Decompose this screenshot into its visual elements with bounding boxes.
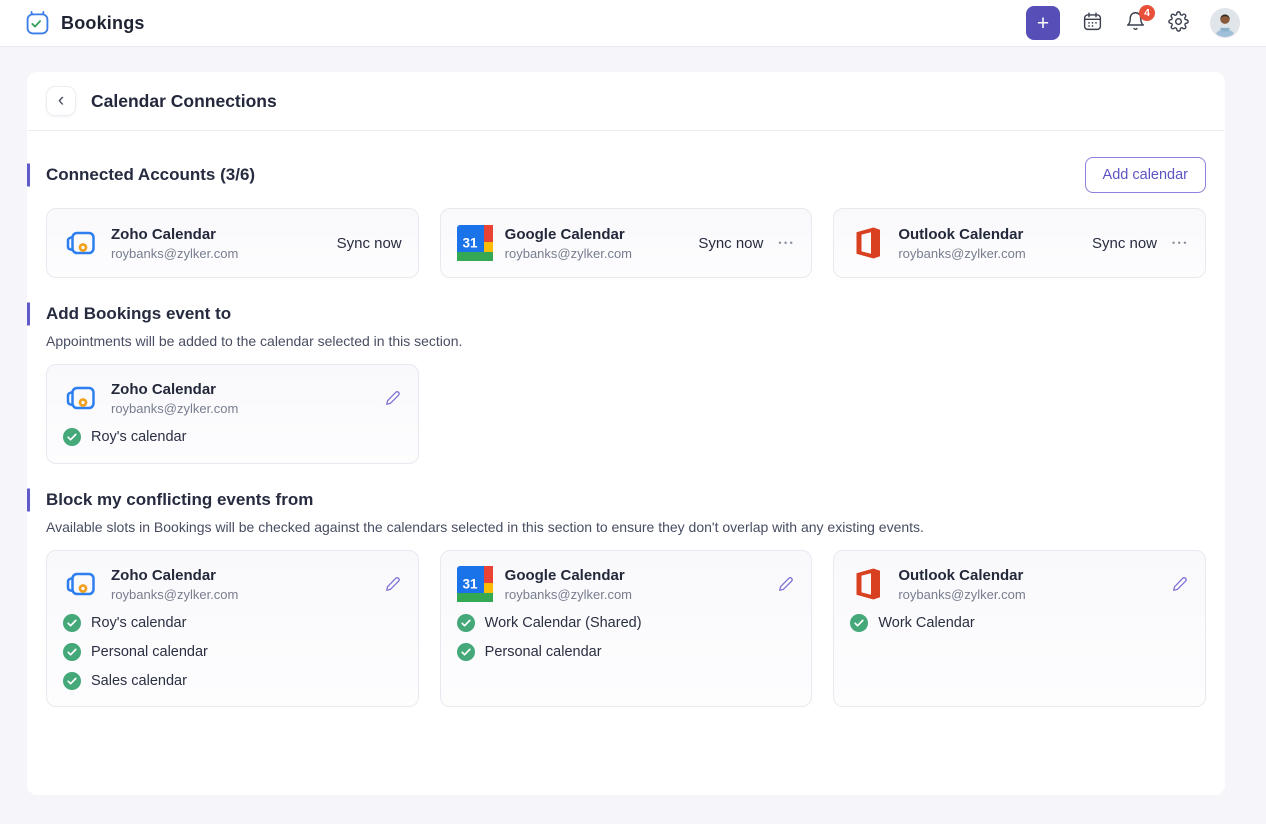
calendar-list-item-label: Work Calendar (Shared): [485, 615, 642, 631]
connected-account-card: 31 Google Calendar roybanks@zylker.com S…: [440, 208, 813, 278]
calendar-list-item: Sales calendar: [63, 672, 402, 690]
section-description-add-bookings-event: Appointments will be added to the calend…: [46, 333, 1206, 349]
topbar: Bookings +: [0, 0, 1266, 47]
edit-icon[interactable]: [384, 389, 402, 407]
back-chevron-icon: ‹: [58, 91, 64, 110]
calendar-list-item-label: Personal calendar: [91, 644, 208, 660]
zoho-calendar-icon: [63, 566, 99, 602]
page-title: Calendar Connections: [91, 91, 277, 112]
section-title-connected-accounts: Connected Accounts (3/6): [46, 165, 255, 185]
calendar-email: roybanks@zylker.com: [898, 587, 1025, 602]
calendar-list-item: Roy's calendar: [63, 614, 402, 632]
svg-text:31: 31: [462, 236, 478, 251]
block-events-calendar-card: Outlook Calendar roybanks@zylker.com Wor…: [833, 550, 1206, 707]
plus-icon: +: [1037, 13, 1049, 34]
outlook-calendar-icon: [850, 225, 886, 261]
section-title-add-bookings-event: Add Bookings event to: [46, 304, 1206, 324]
edit-icon[interactable]: [777, 575, 795, 593]
calendar-list-item: Personal calendar: [63, 643, 402, 661]
calendar-email: roybanks@zylker.com: [111, 587, 238, 602]
panel-header: ‹ Calendar Connections: [27, 72, 1225, 131]
check-icon: [850, 614, 868, 632]
topbar-actions: + 4: [1026, 6, 1240, 40]
add-event-calendar-card: Zoho Calendar roybanks@zylker.com Roy's …: [46, 364, 419, 464]
google-calendar-icon: 31: [457, 566, 493, 602]
calendar-list-item-label: Roy's calendar: [91, 615, 186, 631]
gear-icon: [1168, 11, 1189, 35]
zoho-calendar-icon: [63, 225, 99, 261]
calendar-list-item: Personal calendar: [457, 643, 796, 661]
user-avatar[interactable]: [1210, 8, 1240, 38]
calendar-list-item-label: Personal calendar: [485, 644, 602, 660]
section-block-conflicting-events: Block my conflicting events from Availab…: [27, 490, 1225, 707]
notifications-button[interactable]: 4: [1124, 12, 1146, 34]
settings-button[interactable]: [1167, 12, 1189, 34]
calendar-list-item: Work Calendar: [850, 614, 1189, 632]
notification-badge: 4: [1139, 5, 1155, 21]
calendar-name: Zoho Calendar: [111, 567, 238, 584]
check-icon: [63, 672, 81, 690]
calendar-list-item-label: Work Calendar: [878, 615, 974, 631]
sync-now-link[interactable]: Sync now: [1092, 235, 1157, 252]
check-icon: [63, 614, 81, 632]
calendar-list-item: Work Calendar (Shared): [457, 614, 796, 632]
bookings-logo-icon: [24, 10, 51, 37]
calendar-list-item-label: Sales calendar: [91, 673, 187, 689]
calendar-connections-panel: ‹ Calendar Connections Connected Account…: [27, 72, 1225, 795]
calendar-icon: [1082, 11, 1103, 35]
brand: Bookings: [24, 10, 145, 37]
calendar-email: roybanks@zylker.com: [505, 246, 632, 261]
calendar-email: roybanks@zylker.com: [111, 401, 238, 416]
calendar-email: roybanks@zylker.com: [505, 587, 632, 602]
google-calendar-icon: 31: [457, 225, 493, 261]
check-icon: [63, 428, 81, 446]
calendar-button[interactable]: [1081, 12, 1103, 34]
section-title-block-conflicting-events: Block my conflicting events from: [46, 490, 1206, 510]
calendar-name: Outlook Calendar: [898, 567, 1025, 584]
section-connected-accounts: Connected Accounts (3/6) Add calendar Zo…: [27, 157, 1225, 278]
app-title: Bookings: [61, 13, 145, 34]
more-menu-icon[interactable]: •••: [1172, 238, 1189, 248]
calendar-email: roybanks@zylker.com: [111, 246, 238, 261]
connected-account-card: Outlook Calendar roybanks@zylker.com Syn…: [833, 208, 1206, 278]
block-events-calendar-card: Zoho Calendar roybanks@zylker.com Roy's …: [46, 550, 419, 707]
sync-now-link[interactable]: Sync now: [337, 235, 402, 252]
block-events-calendar-card: 31 Google Calendar roybanks@zylker.com W…: [440, 550, 813, 707]
calendar-list-item: Roy's calendar: [63, 428, 402, 446]
section-description-block-conflicting-events: Available slots in Bookings will be chec…: [46, 519, 1206, 535]
check-icon: [63, 643, 81, 661]
check-icon: [457, 643, 475, 661]
connected-account-card: Zoho Calendar roybanks@zylker.com Sync n…: [46, 208, 419, 278]
block-events-cards: Zoho Calendar roybanks@zylker.com Roy's …: [46, 550, 1206, 707]
calendar-list-item-label: Roy's calendar: [91, 429, 186, 445]
check-icon: [457, 614, 475, 632]
connected-accounts-cards: Zoho Calendar roybanks@zylker.com Sync n…: [46, 208, 1206, 278]
calendar-name: Google Calendar: [505, 567, 632, 584]
calendar-name: Zoho Calendar: [111, 226, 238, 243]
svg-text:31: 31: [462, 577, 478, 592]
back-button[interactable]: ‹: [46, 86, 76, 116]
zoho-calendar-icon: [63, 380, 99, 416]
add-event-cards: Zoho Calendar roybanks@zylker.com Roy's …: [46, 364, 1206, 464]
calendar-name: Google Calendar: [505, 226, 632, 243]
calendar-name: Zoho Calendar: [111, 381, 238, 398]
create-button[interactable]: +: [1026, 6, 1060, 40]
sync-now-link[interactable]: Sync now: [698, 235, 763, 252]
outlook-calendar-icon: [850, 566, 886, 602]
edit-icon[interactable]: [1171, 575, 1189, 593]
add-calendar-button[interactable]: Add calendar: [1085, 157, 1206, 193]
calendar-email: roybanks@zylker.com: [898, 246, 1025, 261]
more-menu-icon[interactable]: •••: [778, 238, 795, 248]
section-add-bookings-event: Add Bookings event to Appointments will …: [27, 304, 1225, 464]
calendar-name: Outlook Calendar: [898, 226, 1025, 243]
edit-icon[interactable]: [384, 575, 402, 593]
